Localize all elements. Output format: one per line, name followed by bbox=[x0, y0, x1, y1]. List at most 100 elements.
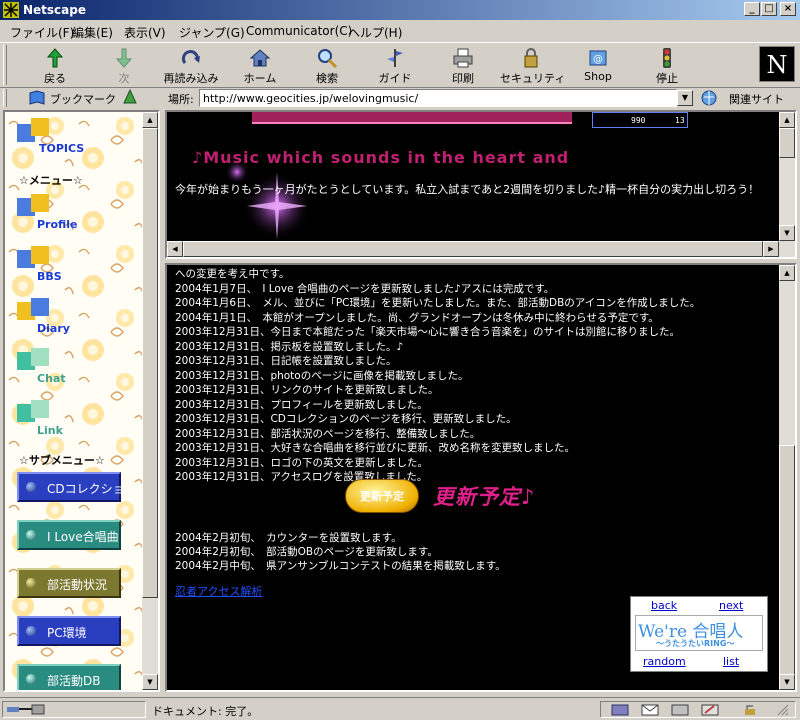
location-grip[interactable] bbox=[3, 89, 7, 107]
reload-button[interactable]: 再読み込み bbox=[160, 45, 222, 87]
stop-label: 停止 bbox=[656, 72, 678, 85]
search-button[interactable]: 検索 bbox=[296, 45, 358, 87]
scroll-thumb[interactable] bbox=[142, 128, 158, 598]
composer-icon[interactable] bbox=[700, 703, 720, 716]
menu-help[interactable]: ヘルプ(H) bbox=[348, 24, 402, 41]
menu-communicator[interactable]: Communicator(C) bbox=[246, 24, 352, 38]
ring-random-link[interactable]: random bbox=[643, 655, 686, 668]
bookmark-label[interactable]: ブックマーク bbox=[50, 91, 116, 107]
plan-line: 2004年2月初旬、 カウンターを設置致します。 bbox=[175, 532, 402, 544]
left-nav-frame: TOPICS ☆メニュー☆ Profile BBS Diary Chat Lin… bbox=[3, 110, 160, 692]
menu-go[interactable]: ジャンプ(G) bbox=[179, 24, 245, 41]
orb-icon bbox=[26, 530, 36, 540]
sub-i-love-chorus-button[interactable]: I Love合唱曲 bbox=[17, 520, 121, 550]
scroll-down-button[interactable]: ▼ bbox=[142, 674, 158, 690]
minimize-button[interactable]: _ bbox=[744, 2, 760, 16]
left-frame-scrollbar[interactable]: ▲ ▼ bbox=[142, 112, 158, 690]
drag-grip-icon[interactable] bbox=[770, 703, 790, 716]
update-plan-badge: 更新予定 bbox=[345, 479, 419, 513]
yellow-square-icon bbox=[31, 118, 49, 136]
menu-edit[interactable]: 編集(E) bbox=[72, 24, 113, 41]
netscape-app-icon bbox=[3, 2, 19, 18]
update-log: への変更を考え中です。 2004年1月7日、 I Love 合唱曲のページを更新… bbox=[175, 267, 783, 485]
scroll-up-button[interactable]: ▲ bbox=[142, 112, 158, 128]
ring-logo[interactable]: We're 合唱人 ～うたうたいRING～ bbox=[635, 615, 763, 651]
ring-back-link[interactable]: back bbox=[651, 599, 677, 612]
scroll-down-button[interactable]: ▼ bbox=[779, 225, 795, 241]
shop-label: Shop bbox=[584, 70, 612, 83]
log-line: 2003年12月31日、部活状況のページを移行、整備致しました。 bbox=[175, 427, 481, 440]
back-button[interactable]: 戻る bbox=[24, 45, 86, 87]
scroll-thumb[interactable] bbox=[779, 445, 795, 675]
log-line: への変更を考え中です。 bbox=[175, 268, 290, 280]
security-icon bbox=[524, 48, 538, 68]
nav-chat-label: Chat bbox=[37, 372, 66, 385]
nav-bbs[interactable]: BBS bbox=[17, 246, 97, 288]
top-frame-hscrollbar[interactable]: ◀ ▶ bbox=[167, 241, 795, 257]
submenu-heading: ☆サブメニュー☆ bbox=[19, 454, 105, 467]
url-dropdown-button[interactable]: ▼ bbox=[677, 90, 693, 106]
bookmark-icon[interactable] bbox=[28, 89, 46, 107]
lightgreen-square-icon bbox=[31, 348, 49, 366]
purple-sparkle-decoration bbox=[225, 162, 311, 240]
yellow-square-icon bbox=[31, 246, 49, 264]
related-sites-label[interactable]: 関連サイト bbox=[729, 91, 784, 107]
scroll-left-button[interactable]: ◀ bbox=[167, 241, 183, 257]
guide-icon bbox=[387, 49, 403, 67]
security-button[interactable]: セキュリティ bbox=[500, 45, 565, 87]
main-content-frame: への変更を考え中です。 2004年1月7日、 I Love 合唱曲のページを更新… bbox=[165, 263, 797, 692]
netscape-logo[interactable]: N bbox=[759, 46, 795, 82]
ring-next-link[interactable]: next bbox=[719, 599, 743, 612]
navigator-icon[interactable] bbox=[610, 703, 630, 716]
title-bar: Netscape _ □ × bbox=[0, 0, 800, 20]
sub-cd-collection-label: CDコレクション bbox=[47, 482, 137, 496]
mail-icon[interactable] bbox=[640, 703, 660, 716]
related-sites-icon[interactable] bbox=[700, 89, 718, 107]
log-line: 2003年12月31日、photoのページに画像を掲載致しました。 bbox=[175, 369, 469, 382]
security-lock-icon[interactable] bbox=[740, 703, 760, 716]
menu-file[interactable]: ファイル(F) bbox=[10, 24, 74, 41]
scroll-down-button[interactable]: ▼ bbox=[779, 674, 795, 690]
scroll-thumb[interactable] bbox=[779, 128, 795, 158]
top-frame-vscrollbar[interactable]: ▲ ▼ bbox=[779, 112, 795, 241]
home-button[interactable]: ホーム bbox=[229, 45, 291, 87]
sub-club-status-button[interactable]: 部活動状況 bbox=[17, 568, 121, 598]
url-input[interactable] bbox=[199, 89, 677, 107]
shop-button[interactable]: @ Shop bbox=[567, 45, 629, 87]
ninja-access-analysis-link[interactable]: 忍者アクセス解析 bbox=[175, 583, 262, 599]
sub-club-db-label: 部活動DB bbox=[47, 674, 101, 688]
sub-club-db-button[interactable]: 部活動DB bbox=[17, 664, 121, 690]
stop-button[interactable]: 停止 bbox=[636, 45, 698, 87]
nav-diary-label: Diary bbox=[37, 322, 70, 335]
scroll-thumb[interactable] bbox=[183, 241, 763, 257]
nav-chat[interactable]: Chat bbox=[17, 348, 97, 390]
newsgroup-icon[interactable] bbox=[670, 703, 690, 716]
ring-list-link[interactable]: list bbox=[723, 655, 739, 668]
toolbar-grip[interactable] bbox=[3, 45, 7, 85]
forward-button[interactable]: 次 bbox=[93, 45, 155, 87]
sub-pc-environment-label: PC環境 bbox=[47, 626, 87, 640]
log-line: 2003年12月31日、掲示板を設置致しました。♪ bbox=[175, 340, 404, 353]
scroll-up-button[interactable]: ▲ bbox=[779, 112, 795, 128]
nav-diary[interactable]: Diary bbox=[17, 298, 97, 340]
guide-button[interactable]: ガイド bbox=[364, 45, 426, 87]
close-button[interactable]: × bbox=[780, 2, 796, 16]
menu-view[interactable]: 表示(V) bbox=[124, 24, 166, 41]
navigation-toolbar: 戻る 次 再読み込み ホーム 検索 ガイド 印刷 セキュリティ @ Shop 停… bbox=[0, 42, 800, 88]
main-frame-scrollbar[interactable]: ▲ ▼ bbox=[779, 265, 795, 690]
page-proxy-icon[interactable] bbox=[122, 89, 138, 107]
scroll-right-button[interactable]: ▶ bbox=[763, 241, 779, 257]
nav-link[interactable]: Link bbox=[17, 400, 97, 442]
sub-pc-environment-button[interactable]: PC環境 bbox=[17, 616, 121, 646]
nav-topics[interactable]: TOPICS bbox=[17, 118, 97, 160]
maximize-button[interactable]: □ bbox=[761, 2, 777, 16]
scroll-up-button[interactable]: ▲ bbox=[779, 265, 795, 281]
forward-label: 次 bbox=[118, 72, 130, 85]
nav-link-label: Link bbox=[37, 424, 63, 437]
nav-profile[interactable]: Profile bbox=[17, 194, 97, 236]
counter-right-value: 13 bbox=[675, 116, 685, 125]
sub-cd-collection-button[interactable]: CDコレクション bbox=[17, 472, 137, 502]
log-line: 2003年12月31日、ロゴの下の英文を更新しました。 bbox=[175, 456, 428, 469]
plan-line: 2004年2月中旬、 県アンサンブルコンテストの結果を掲載致します。 bbox=[175, 560, 506, 572]
print-button[interactable]: 印刷 bbox=[432, 45, 494, 87]
